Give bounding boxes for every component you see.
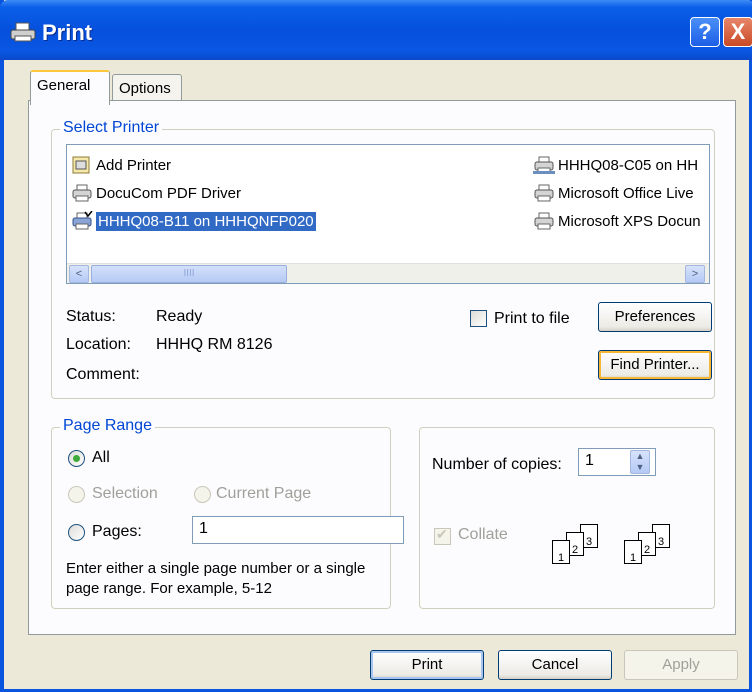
printer-icon [534,212,554,230]
print-to-file-label[interactable]: Print to file [494,310,570,328]
spin-down-icon: ▼ [635,462,645,472]
tab-general[interactable]: General [30,70,110,105]
general-panel: Select Printer Add Printer DocuCom PDF D… [28,100,736,635]
apply-button[interactable]: Apply [624,650,738,680]
collate-label[interactable]: Collate [458,526,508,544]
collate-checkbox[interactable]: ✔ [434,526,451,545]
printer-item-label: Add Printer [96,156,172,174]
copies-spinner[interactable]: ▲ ▼ [630,450,650,474]
horizontal-scrollbar[interactable]: < IIII > [67,263,709,283]
tab-options-label: Options [119,80,171,97]
help-button[interactable]: ? [690,17,720,47]
printer-list[interactable]: Add Printer DocuCom PDF Driver HHHQ08-B1… [66,144,710,284]
selection-label[interactable]: Selection [92,485,158,503]
location-label: Location: [66,336,131,353]
status-label: Status: [66,308,116,325]
page-range-hint-line2: page range. For example, 5-12 [66,580,272,597]
printer-icon [10,22,36,42]
copies-group: Number of copies: 1 ▲ ▼ ✔ Collate 3 2 1 … [419,427,715,609]
printer-item-hhhq08-b11[interactable]: HHHQ08-B11 on HHHQNFP020 [71,209,316,233]
printer-item-add-printer[interactable]: Add Printer [71,153,171,177]
scroll-right-button[interactable]: > [685,265,705,283]
printer-icon [72,184,92,202]
network-printer-icon [72,211,93,230]
tab-general-label: General [37,77,91,94]
preferences-button[interactable]: Preferences [598,302,712,332]
page-range-hint-line1: Enter either a single page number or a s… [66,560,366,577]
pages-label[interactable]: Pages: [92,523,142,541]
printer-item-label: HHHQ08-C05 on HH [558,156,699,174]
find-printer-button[interactable]: Find Printer... [598,350,712,380]
printer-item-label: HHHQ08-B11 on HHHQNFP020 [96,211,316,231]
current-page-radio[interactable] [194,486,211,503]
page-range-group: Page Range All Selection Current Page Pa… [51,417,404,609]
select-printer-title: Select Printer [60,119,163,137]
page-range-title: Page Range [60,417,155,435]
check-icon: ✔ [436,526,448,542]
printer-item-office-live[interactable]: Microsoft Office Live [533,181,694,205]
comment-label: Comment: [66,366,140,383]
collate-page: 1 [624,540,642,564]
all-radio[interactable] [68,450,85,467]
scroll-thumb[interactable]: IIII [91,265,287,283]
title-bar[interactable]: Print ? X [0,0,752,60]
arrow-right-icon: > [691,268,699,280]
scroll-left-button[interactable]: < [69,265,89,283]
print-dialog: Print ? X General Options Select Printer… [0,0,752,692]
current-page-label[interactable]: Current Page [216,485,311,503]
status-value: Ready [156,308,203,325]
number-of-copies-label: Number of copies: [432,456,562,473]
selection-radio[interactable] [68,486,85,503]
print-button[interactable]: Print [370,650,484,680]
collate-illustration: 3 2 1 3 2 1 [540,524,710,584]
print-to-file-checkbox[interactable] [470,310,487,327]
window-title: Print [42,20,93,45]
select-printer-group: Select Printer Add Printer DocuCom PDF D… [51,119,715,399]
printer-item-xps[interactable]: Microsoft XPS Docun [533,209,701,233]
arrow-left-icon: < [75,268,83,280]
pages-input[interactable]: 1 [192,516,404,544]
network-printer-icon [533,156,555,174]
all-label[interactable]: All [92,449,110,467]
add-printer-icon [72,156,90,174]
close-icon: X [730,19,746,44]
printer-item-docucom[interactable]: DocuCom PDF Driver [71,181,241,205]
printer-item-hhhq08-c05[interactable]: HHHQ08-C05 on HH [533,153,698,177]
location-value: HHHQ RM 8126 [156,336,273,353]
collate-page: 1 [552,540,570,564]
printer-item-label: Microsoft Office Live [558,184,694,202]
spin-up-icon: ▲ [635,451,645,461]
printer-icon [534,184,554,202]
close-button[interactable]: X [723,17,752,47]
grip-icon: IIII [183,268,195,279]
printer-item-label: DocuCom PDF Driver [96,184,242,202]
pages-radio[interactable] [68,524,85,541]
cancel-button[interactable]: Cancel [498,650,612,680]
printer-item-label: Microsoft XPS Docun [558,212,701,230]
